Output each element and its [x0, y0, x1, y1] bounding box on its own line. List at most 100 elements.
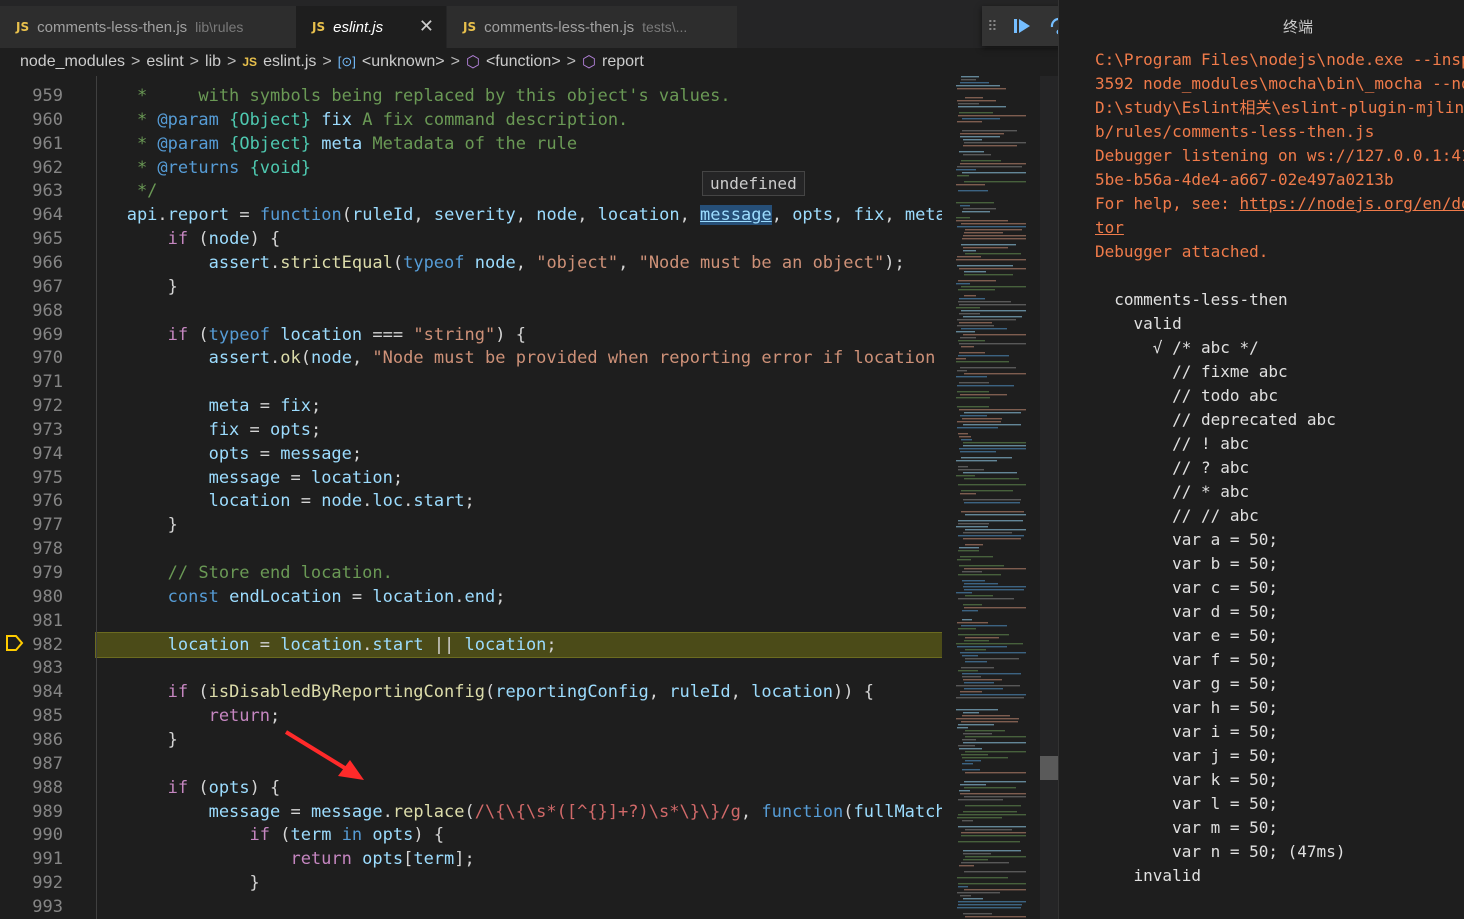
code-line[interactable]: 991 return opts[term]; [0, 847, 942, 871]
breadcrumb-item[interactable]: <unknown> [362, 53, 445, 71]
scrollbar-thumb[interactable] [1040, 756, 1058, 780]
minimap-line [963, 733, 992, 735]
code-token: isDisabledByReportingConfig [208, 682, 485, 703]
tab-eslint-js[interactable]: JS eslint.js ✕ [296, 6, 446, 48]
code-line[interactable]: 976 location = node.loc.start; [0, 489, 942, 513]
code-token: return [96, 849, 352, 870]
code-token: ; [464, 491, 475, 512]
code-text: api.report = function(ruleId, severity, … [96, 203, 942, 227]
minimap-line [956, 475, 975, 477]
close-icon[interactable]: ✕ [419, 16, 434, 37]
minimap-line [956, 169, 976, 171]
code-line[interactable]: 966 assert.strictEqual(typeof node, "obj… [0, 251, 942, 275]
minimap-line [956, 259, 1026, 261]
code-line[interactable]: 985 return; [0, 704, 942, 728]
minimap[interactable] [942, 76, 1042, 919]
code-line[interactable]: 979 // Store end location. [0, 561, 942, 585]
code-line[interactable]: 970 assert.ok(node, "Node must be provid… [0, 346, 942, 370]
code-line[interactable]: 983 [0, 656, 942, 680]
code-line[interactable]: 992 } [0, 871, 942, 895]
code-token: , [413, 205, 434, 226]
minimap-line [958, 484, 1026, 486]
code-token: meta [96, 396, 250, 417]
code-line[interactable]: 987 [0, 752, 942, 776]
code-line[interactable]: 993 [0, 895, 942, 919]
minimap-line [958, 598, 1014, 600]
code-token: if [96, 777, 189, 798]
code-line[interactable]: 964 api.report = function(ruleId, severi… [0, 203, 942, 227]
code-line[interactable]: 988 if (opts) { [0, 776, 942, 800]
code-line[interactable]: 969 if (typeof location === "string") { [0, 323, 942, 347]
breadcrumb-item[interactable]: report [602, 53, 644, 71]
breadcrumb-item[interactable]: eslint.js [263, 53, 316, 71]
breadcrumb-item[interactable]: node_modules [20, 53, 125, 71]
current-breakpoint-icon[interactable] [6, 635, 24, 651]
code-line[interactable]: 960 * @param {Object} fix A fix command … [0, 108, 942, 132]
code-token: ) { [495, 324, 526, 345]
terminal-panel[interactable]: 终端 C:\Program Files\nodejs\node.exe --in… [1058, 0, 1464, 919]
tab-comments-less-then-tests[interactable]: JS comments-less-then.js tests\... [447, 6, 737, 48]
vertical-scrollbar[interactable] [1040, 76, 1058, 919]
breadcrumb-item[interactable]: <function> [486, 53, 561, 71]
terminal-line: var f = 50; [1095, 648, 1464, 672]
code-token: } [96, 276, 178, 297]
js-file-icon: JS [463, 20, 477, 34]
code-line[interactable]: 971 [0, 370, 942, 394]
code-token: , [833, 205, 854, 226]
code-line[interactable]: 981 [0, 609, 942, 633]
terminal-line: // fixme abc [1095, 360, 1464, 384]
terminal-line: var h = 50; [1095, 696, 1464, 720]
minimap-line [964, 640, 989, 642]
minimap-line [959, 343, 1026, 345]
symbol-variable-icon: [⊙] [337, 54, 356, 69]
code-token: ; [270, 706, 281, 727]
code-token: @param [157, 109, 219, 130]
code-line[interactable]: 965 if (node) { [0, 227, 942, 251]
code-token: opts [208, 777, 250, 798]
minimap-line [965, 805, 1021, 807]
code-line[interactable]: 989 message = message.replace(/\{\{\s*([… [0, 800, 942, 824]
tab-comments-less-then-lib[interactable]: JS comments-less-then.js lib\rules [0, 6, 296, 48]
code-line[interactable]: 984 if (isDisabledByReportingConfig(repo… [0, 680, 942, 704]
continue-button[interactable] [1003, 6, 1041, 46]
breadcrumb-item[interactable]: lib [205, 53, 221, 71]
terminal-link[interactable]: https://nodejs.org/en/do [1240, 194, 1464, 213]
code-line[interactable]: 973 fix = opts; [0, 418, 942, 442]
code-line[interactable]: 959 * with symbols being replaced by thi… [0, 84, 942, 108]
code-line[interactable]: 968 [0, 299, 942, 323]
minimap-line [963, 538, 1021, 540]
code-line[interactable]: 980 const endLocation = location.end; [0, 585, 942, 609]
minimap-line [959, 322, 992, 324]
minimap-line [958, 745, 975, 747]
line-number: 964 [32, 205, 63, 226]
code-token: , [515, 205, 537, 226]
code-token: ( [188, 324, 209, 345]
code-line[interactable]: 974 opts = message; [0, 442, 942, 466]
code-line[interactable]: 978 [0, 537, 942, 561]
code-token: node [208, 229, 250, 250]
code-line[interactable]: 990 if (term in opts) { [0, 823, 942, 847]
drag-handle-icon[interactable]: ⠿ [982, 18, 1003, 35]
code-line[interactable]: 986 } [0, 728, 942, 752]
code-line[interactable]: 975 message = location; [0, 466, 942, 490]
tab-label: comments-less-then.js [37, 18, 188, 36]
terminal-line: 5be-b56a-4de4-a667-02e497a0213b [1095, 168, 1464, 192]
code-token: ( [843, 801, 854, 822]
minimap-line [962, 571, 982, 573]
code-line[interactable]: 961 * @param {Object} meta Metadata of t… [0, 132, 942, 156]
minimap-line [956, 361, 1009, 363]
code-line[interactable]: 967 } [0, 275, 942, 299]
terminal-title[interactable]: 终端 [1283, 16, 1313, 37]
minimap-line [958, 433, 968, 435]
breadcrumb-item[interactable]: eslint [146, 53, 183, 71]
minimap-line [961, 754, 988, 756]
code-line[interactable]: 977 } [0, 513, 942, 537]
terminal-line: var j = 50; [1095, 744, 1464, 768]
minimap-line [963, 853, 991, 855]
code-line[interactable]: 982 location = location.start || locatio… [0, 631, 942, 658]
code-line[interactable]: 972 meta = fix; [0, 394, 942, 418]
code-editor[interactable]: 959 * with symbols being replaced by thi… [0, 76, 942, 919]
minimap-line [958, 550, 979, 552]
minimap-line [960, 205, 970, 207]
